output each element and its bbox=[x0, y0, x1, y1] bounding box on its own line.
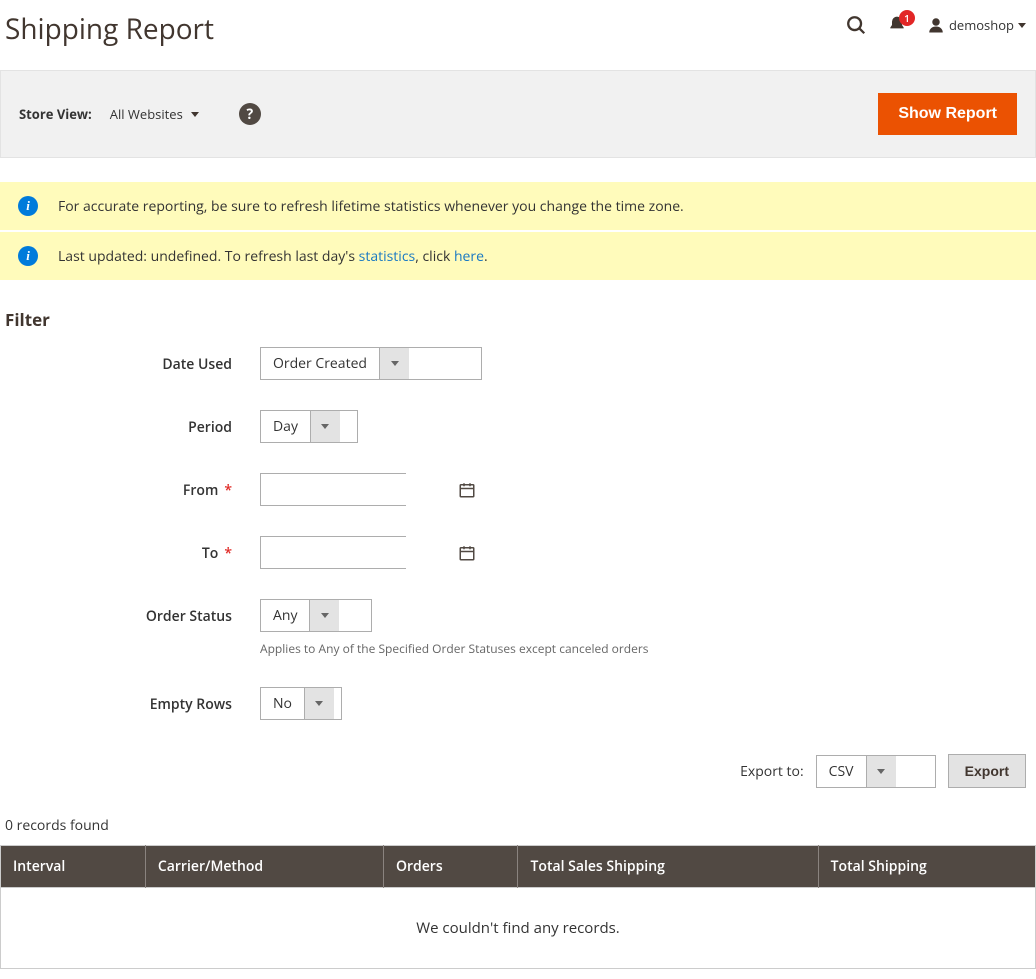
col-interval[interactable]: Interval bbox=[1, 846, 146, 888]
col-orders[interactable]: Orders bbox=[383, 846, 518, 888]
calendar-icon[interactable] bbox=[458, 481, 476, 499]
notification-badge: 1 bbox=[899, 10, 915, 26]
user-name: demoshop bbox=[949, 16, 1014, 34]
chevron-down-icon bbox=[304, 688, 334, 719]
store-view-select[interactable]: All Websites bbox=[110, 105, 199, 123]
col-carrier-method[interactable]: Carrier/Method bbox=[145, 846, 383, 888]
export-format-select[interactable]: CSV bbox=[816, 755, 936, 788]
notifications-icon[interactable]: 1 bbox=[887, 15, 907, 35]
period-label: Period bbox=[0, 410, 260, 437]
user-menu[interactable]: demoshop bbox=[927, 16, 1026, 34]
page-title: Shipping Report bbox=[5, 10, 845, 48]
calendar-icon[interactable] bbox=[458, 544, 476, 562]
notice-text: For accurate reporting, be sure to refre… bbox=[58, 197, 684, 216]
search-icon[interactable] bbox=[845, 14, 867, 36]
from-date-field bbox=[260, 473, 406, 506]
chevron-down-icon bbox=[1018, 23, 1026, 28]
empty-rows-select[interactable]: No bbox=[260, 687, 342, 720]
to-date-field bbox=[260, 536, 406, 569]
info-icon: i bbox=[18, 246, 38, 266]
empty-rows-label: Empty Rows bbox=[0, 687, 260, 714]
from-date-input[interactable] bbox=[261, 474, 458, 505]
notice-text: Last updated: undefined. To refresh last… bbox=[58, 247, 488, 266]
export-label: Export to: bbox=[740, 762, 804, 781]
no-records-message: We couldn't find any records. bbox=[0, 888, 1036, 969]
order-status-label: Order Status bbox=[0, 599, 260, 626]
col-total-shipping[interactable]: Total Shipping bbox=[818, 846, 1035, 888]
chevron-down-icon bbox=[309, 600, 339, 631]
order-status-note: Applies to Any of the Specified Order St… bbox=[260, 640, 649, 657]
store-scope-bar: Store View: All Websites ? Show Report bbox=[0, 70, 1036, 158]
to-date-input[interactable] bbox=[261, 537, 458, 568]
chevron-down-icon bbox=[379, 348, 409, 379]
here-link[interactable]: here bbox=[454, 247, 484, 266]
show-report-button[interactable]: Show Report bbox=[878, 93, 1017, 135]
store-view-label: Store View: bbox=[19, 105, 92, 123]
chevron-down-icon bbox=[191, 112, 199, 117]
user-icon bbox=[927, 16, 945, 34]
notice-updated: i Last updated: undefined. To refresh la… bbox=[0, 232, 1036, 280]
store-view-value: All Websites bbox=[110, 105, 183, 123]
report-grid: Interval Carrier/Method Orders Total Sal… bbox=[0, 845, 1036, 888]
chevron-down-icon bbox=[866, 756, 896, 787]
export-button[interactable]: Export bbox=[948, 754, 1026, 788]
period-select[interactable]: Day bbox=[260, 410, 358, 443]
info-icon: i bbox=[18, 196, 38, 216]
notice-accurate: i For accurate reporting, be sure to ref… bbox=[0, 182, 1036, 230]
from-label: From* bbox=[0, 473, 260, 500]
date-used-label: Date Used bbox=[0, 347, 260, 374]
help-icon[interactable]: ? bbox=[239, 103, 261, 125]
order-status-select[interactable]: Any bbox=[260, 599, 372, 632]
records-found: 0 records found bbox=[0, 816, 1036, 845]
col-total-sales-shipping[interactable]: Total Sales Shipping bbox=[518, 846, 818, 888]
to-label: To* bbox=[0, 536, 260, 563]
date-used-select[interactable]: Order Created bbox=[260, 347, 482, 380]
chevron-down-icon bbox=[310, 411, 340, 442]
filter-heading: Filter bbox=[5, 308, 1036, 331]
statistics-link[interactable]: statistics bbox=[359, 247, 416, 266]
